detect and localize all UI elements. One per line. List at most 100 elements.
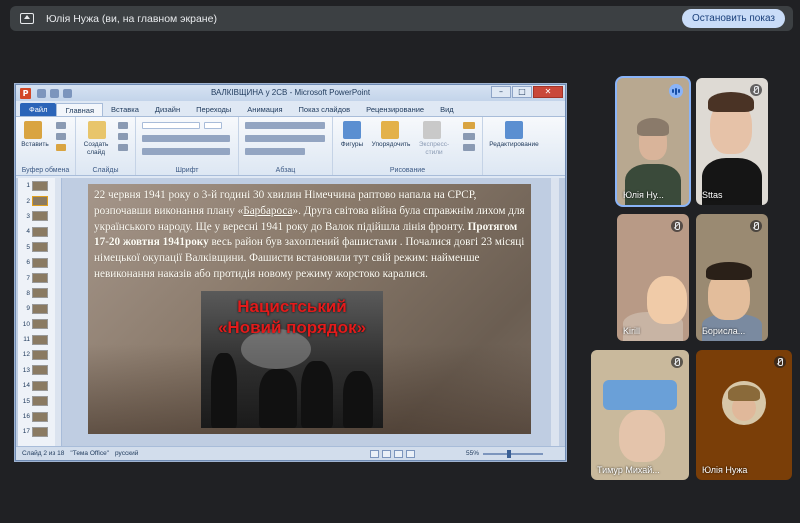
format-painter-icon[interactable] [56,144,66,151]
reset-icon[interactable] [118,133,128,140]
view-buttons [370,449,415,458]
slide-heading: Нацистський «Новий порядок» [201,296,383,338]
slide-thumbnail-number: 2 [26,197,30,205]
current-slide[interactable]: 22 червня 1941 року о 3-й годині 30 хвил… [88,184,531,434]
slide-thumbnail-preview [32,303,48,314]
paste-button[interactable]: Вставить [18,141,52,149]
participant-tile[interactable]: Тимур Михай... [591,350,689,480]
minimize-button[interactable]: – [491,86,511,98]
cut-icon[interactable] [56,122,66,129]
thumbnail-scrollbar[interactable] [55,178,61,446]
editing-button[interactable]: Редактирование [483,141,545,149]
section-icon[interactable] [118,144,128,151]
slide-thumbnail-preview [32,380,48,391]
barbarossa-link[interactable]: Барбароса [243,205,292,217]
font-name-select[interactable] [142,122,200,129]
present-screen-icon [20,13,34,24]
participant-tile[interactable]: Юлія Нужа [696,350,792,480]
reading-view-button[interactable] [394,449,403,458]
drawing-group-label: Рисование [389,167,426,174]
tab-insert[interactable]: Вставка [103,103,147,116]
layout-icon[interactable] [118,122,128,129]
participant-name: Борисла... [702,326,746,336]
avatar-hair [728,385,760,401]
arrange-icon[interactable] [381,121,399,139]
slideshow-view-button[interactable] [406,449,415,458]
tab-file[interactable]: Файл [20,103,57,116]
sorter-view-button[interactable] [382,449,391,458]
meet-window: Юлія Нужа (ви, на главном экране) Остано… [0,0,800,523]
new-slide-icon[interactable] [88,121,106,139]
slide-thumbnail-number: 1 [26,182,30,190]
tab-animations[interactable]: Анимация [239,103,290,116]
font-size-select[interactable] [204,122,222,129]
text-direction-buttons[interactable] [245,148,305,155]
tab-view[interactable]: Вид [432,103,462,116]
slide-thumbnail-preview [32,365,48,376]
slide-thumbnail-preview [32,349,48,360]
slide-thumbnail-pane: 1 2 3 4 5 6 7 8 9 10 11 12 13 14 15 16 17 [18,178,62,446]
slide-thumbnail-preview [32,288,48,299]
participant-name: Юлія Ну... [623,190,664,200]
font-color-buttons[interactable] [142,148,230,155]
slide-thumbnail-preview [32,196,48,207]
participant-avatar [722,381,766,425]
zoom-level[interactable]: 55% [466,450,479,457]
editing-group: Редактирование [483,117,545,175]
save-icon[interactable] [37,88,46,98]
normal-view-button[interactable] [370,449,379,458]
paragraph-group: Абзац [239,117,333,175]
participant-tile[interactable]: Юлія Ну... [617,78,689,205]
participant-name: Юлія Нужа [702,465,748,475]
participant-tile[interactable]: Kirill [617,214,689,341]
align-buttons[interactable] [245,135,325,142]
slide-thumbnail-number: 14 [22,382,30,390]
tab-design[interactable]: Дизайн [147,103,188,116]
participant-tile[interactable]: Борисла... [696,214,768,341]
font-group-label: Шрифт [175,167,199,174]
slide-thumbnail-number: 3 [26,212,30,220]
shape-outline-icon[interactable] [463,133,475,140]
ppt-workarea: 1 2 3 4 5 6 7 8 9 10 11 12 13 14 15 16 17 22 червня 1941… [16,178,565,446]
participant-face [619,410,665,462]
shapes-icon[interactable] [343,121,361,139]
slide-heading-line2: «Новий порядок» [217,318,367,337]
copy-icon[interactable] [56,133,66,140]
powerpoint-logo-icon[interactable]: P [20,87,31,99]
quick-styles-icon[interactable] [423,121,441,139]
language[interactable]: русский [115,450,138,457]
zoom-slider-knob[interactable] [507,449,511,458]
slide-body-text[interactable]: 22 червня 1941 року о 3-й годині 30 хвил… [94,188,526,283]
undo-icon[interactable] [50,88,59,98]
theme-name[interactable]: "Тема Office" [70,450,109,457]
drawing-group: Фигуры Упорядочить Экспресс-стили Рисова… [333,117,483,175]
slide-scrollbar[interactable] [551,178,559,446]
list-buttons[interactable] [245,122,325,129]
maximize-button[interactable]: □ [512,86,532,98]
quick-styles-button[interactable]: Экспресс-стили [411,141,457,157]
new-slide-button[interactable]: Создать слайд [78,141,114,157]
shapes-button[interactable]: Фигуры [333,141,371,149]
tab-slideshow[interactable]: Показ слайдов [291,103,359,116]
arrange-button[interactable]: Упорядочить [369,141,413,149]
shape-effects-icon[interactable] [463,144,475,151]
paragraph-group-label: Абзац [275,167,296,174]
participant-face [647,276,687,324]
tab-review[interactable]: Рецензирование [358,103,432,116]
participant-hair [708,92,754,112]
tab-transitions[interactable]: Переходы [188,103,239,116]
close-button[interactable]: ✕ [533,86,563,98]
shape-fill-icon[interactable] [463,122,475,129]
binoculars-icon[interactable] [505,121,523,139]
paste-icon[interactable] [24,121,42,139]
redo-icon[interactable] [63,88,72,98]
clipboard-group: Вставить Буфер обмена [16,117,76,175]
tab-home[interactable]: Главная [56,103,103,116]
photo-soldier [211,353,237,428]
window-controls: – □ ✕ [490,86,563,98]
ribbon-tabs: Файл Главная Вставка Дизайн Переходы Ани… [16,101,565,116]
zoom-slider[interactable] [483,449,543,458]
participant-tile[interactable]: Sttas [696,78,768,205]
stop-presenting-button[interactable]: Остановить показ [682,9,785,28]
font-format-buttons[interactable] [142,135,230,142]
